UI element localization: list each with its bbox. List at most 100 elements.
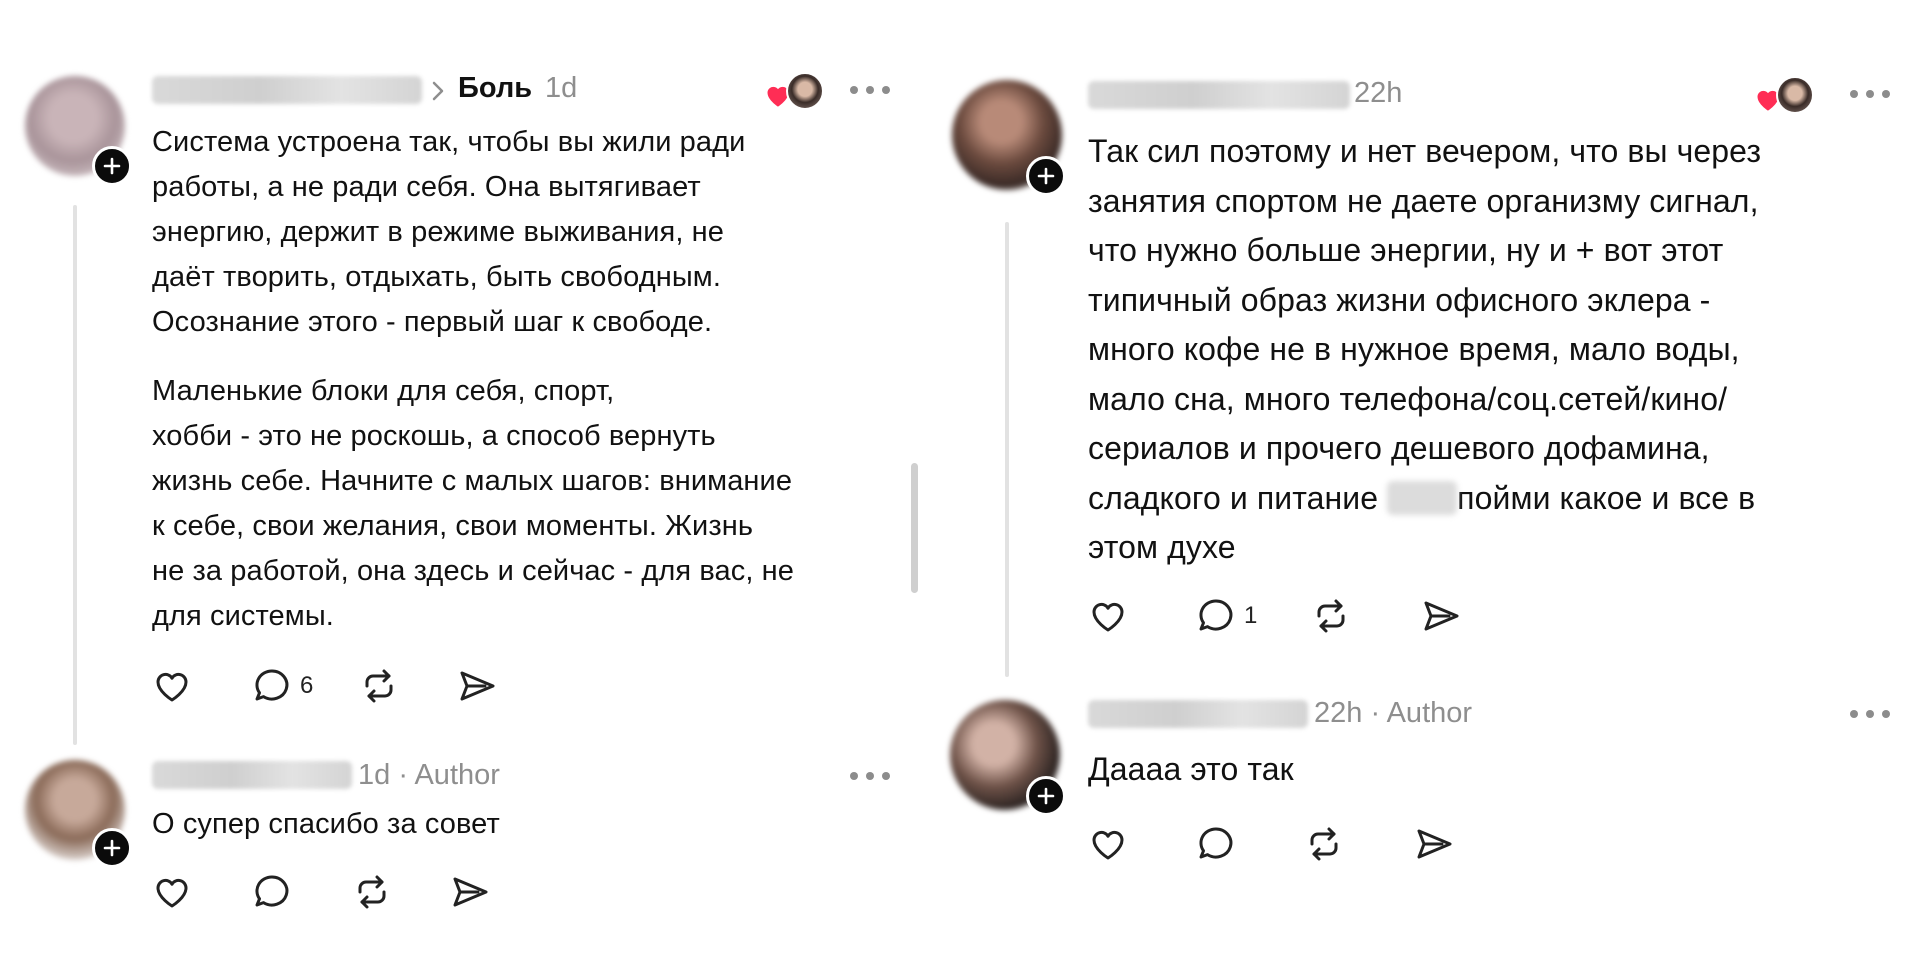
liker-avatar	[1776, 76, 1814, 114]
thread-line	[1005, 222, 1009, 677]
text-line: сладкого и питание	[1088, 479, 1379, 516]
reply-button[interactable]	[250, 870, 294, 914]
heart-icon	[1092, 830, 1124, 860]
more-icon	[850, 86, 858, 94]
repost-button[interactable]	[1302, 822, 1346, 866]
more-icon-dot	[1866, 90, 1874, 98]
more-icon	[1850, 710, 1858, 718]
reply-count: 1	[1244, 602, 1258, 629]
post-time: 22h	[1354, 77, 1403, 109]
follow-button[interactable]	[1026, 776, 1066, 816]
more-icon-dot	[866, 772, 874, 780]
author-name[interactable]	[152, 76, 422, 104]
text-line: даёт творить, отдыхать, быть свободным.	[152, 261, 721, 293]
more-button[interactable]	[850, 772, 890, 782]
reply-time: 22h	[1314, 697, 1363, 729]
meta-separator: ·	[398, 759, 408, 791]
more-icon	[850, 772, 858, 780]
post-body: Так сил поэтому и нет вечером, что вы че…	[1088, 127, 1888, 573]
liker-avatar	[786, 72, 824, 110]
text-line: Осознание этого - первый шаг к свободе.	[152, 306, 713, 338]
topic-link[interactable]: Боль	[458, 72, 532, 105]
more-icon-dot	[1882, 90, 1890, 98]
reply-body: О супер спасибо за совет	[152, 808, 500, 840]
text-line: типичный образ жизни офисного эклера -	[1088, 281, 1711, 318]
meta-separator: ·	[1370, 697, 1381, 729]
more-icon-dot	[1882, 710, 1890, 718]
more-button[interactable]	[1850, 90, 1890, 100]
paragraph: Система устроена так, чтобы вы жили ради…	[152, 120, 912, 345]
post-body: Система устроена так, чтобы вы жили ради…	[152, 120, 912, 639]
text-line: Система устроена так, чтобы вы жили ради	[152, 126, 746, 158]
more-icon-dot	[882, 86, 890, 94]
send-icon	[1417, 829, 1452, 859]
more-button[interactable]	[850, 86, 890, 96]
follow-button[interactable]	[92, 828, 132, 868]
plus-icon	[103, 839, 121, 857]
author-name[interactable]	[1088, 700, 1308, 728]
text-line: этом духе	[1088, 529, 1236, 565]
repost-button[interactable]	[350, 870, 394, 914]
comment-icon	[1199, 599, 1233, 631]
text-line: мало сна, много телефона/соц.сетей/кино/	[1088, 380, 1728, 417]
send-icon	[460, 671, 495, 701]
more-button[interactable]	[1850, 710, 1890, 720]
text-line: энергию, держит в режиме выживания, не	[152, 216, 724, 248]
text-line: Маленькие блоки для себя, спорт,	[152, 375, 615, 407]
text-line: жизнь себе. Начните с малых шагов: внима…	[152, 465, 793, 497]
heart-icon	[1092, 602, 1124, 632]
liked-by-avatars[interactable]	[1754, 76, 1814, 116]
share-button[interactable]	[1412, 822, 1456, 866]
more-icon-dot	[882, 772, 890, 780]
like-button[interactable]	[1086, 822, 1130, 866]
text-line: пойми какое и все в	[1457, 479, 1756, 516]
share-button[interactable]	[448, 870, 492, 914]
left-thread: Боль 1d Система устроена так, чтобы вы ж…	[0, 0, 930, 980]
share-button[interactable]	[455, 664, 499, 708]
reply-count: 6	[300, 672, 314, 699]
chevron-right-icon	[432, 81, 444, 101]
reply-button[interactable]: 6	[250, 664, 313, 708]
author-name[interactable]	[152, 761, 352, 789]
reply-actions	[1086, 822, 1456, 866]
follow-button[interactable]	[92, 146, 132, 186]
more-icon-dot	[1866, 710, 1874, 718]
post-time: 1d	[545, 72, 578, 104]
repost-icon	[1310, 827, 1338, 861]
post-actions: 6	[150, 664, 499, 708]
send-icon	[1424, 601, 1459, 631]
text-line: много кофе не в нужное время, мало воды,	[1088, 331, 1740, 367]
like-button[interactable]	[150, 664, 194, 708]
text-line: хобби - это не роскошь, а способ вернуть	[152, 420, 716, 452]
redacted-word	[1387, 480, 1458, 515]
paragraph: Маленькие блоки для себя, спорт, хобби -…	[152, 369, 912, 639]
liked-by-avatars[interactable]	[764, 72, 824, 112]
reply-button[interactable]	[1194, 822, 1238, 866]
text-line: занятия спортом не даете организму сигна…	[1088, 182, 1759, 219]
comment-icon	[1199, 827, 1233, 859]
repost-button[interactable]	[1309, 594, 1353, 638]
author-name[interactable]	[1088, 81, 1350, 109]
text-line: не за работой, она здесь и сейчас - для …	[152, 555, 795, 587]
author-badge: Author	[1386, 697, 1473, 729]
reply-body: Даааа это так	[1088, 751, 1294, 787]
follow-button[interactable]	[1026, 156, 1066, 196]
like-button[interactable]	[1086, 594, 1130, 638]
comment-icon	[255, 669, 289, 701]
like-button[interactable]	[150, 870, 194, 914]
plus-icon	[1037, 167, 1055, 185]
share-button[interactable]	[1419, 594, 1463, 638]
repost-icon	[358, 875, 386, 909]
repost-icon	[365, 669, 393, 703]
send-icon	[453, 877, 488, 907]
thread-line	[73, 205, 77, 745]
plus-icon	[1037, 787, 1055, 805]
repost-icon	[1317, 599, 1345, 633]
reply-button[interactable]: 1	[1194, 594, 1257, 638]
reply-meta: 1d · Author	[358, 759, 500, 792]
text-line: что нужно больше энергии, ну и + вот это…	[1088, 232, 1724, 268]
scrollbar[interactable]	[911, 463, 918, 593]
text-line: Так сил поэтому и нет вечером, что вы че…	[1088, 133, 1762, 169]
repost-button[interactable]	[357, 664, 401, 708]
text-line: сериалов и прочего дешевого дофамина,	[1088, 430, 1710, 466]
